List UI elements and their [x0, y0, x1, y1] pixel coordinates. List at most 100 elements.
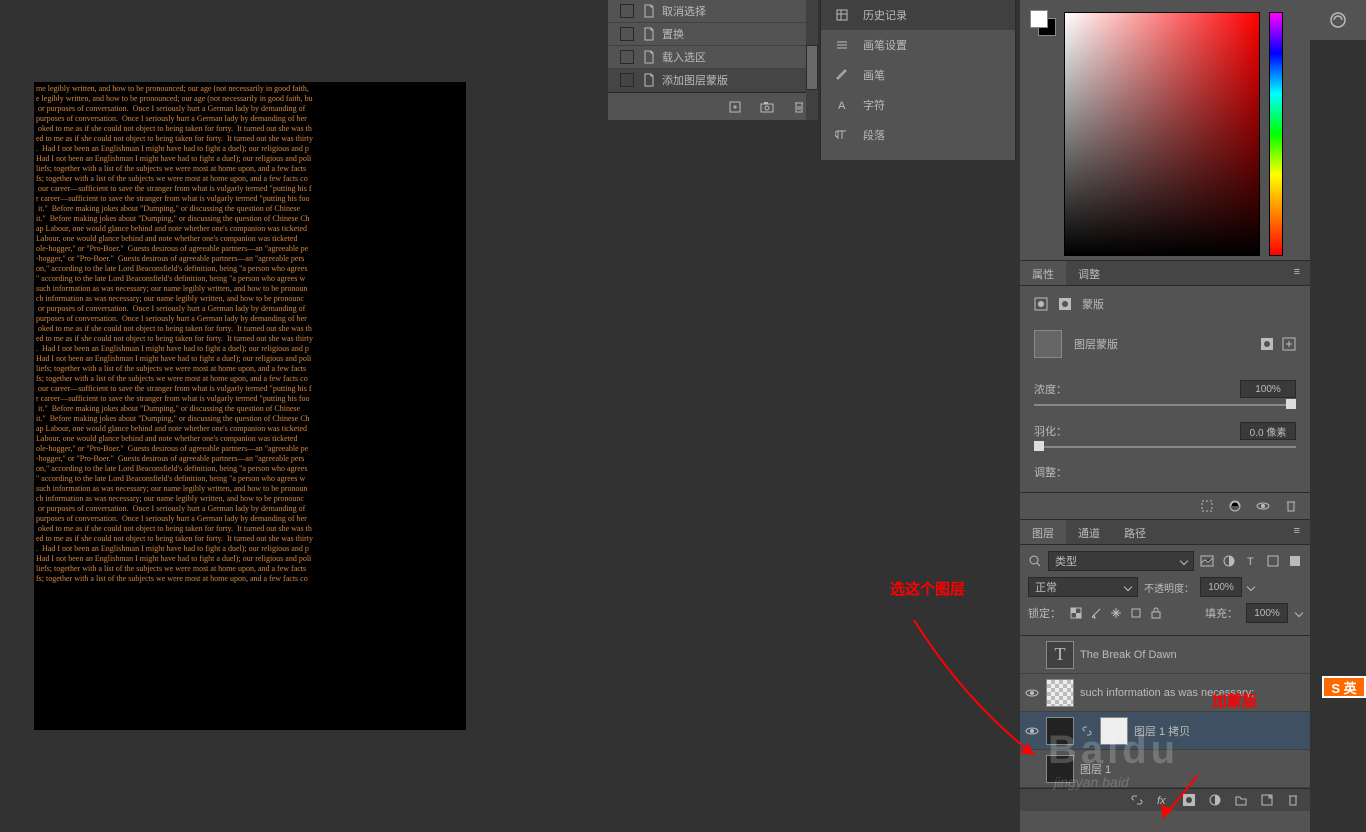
lock-row: 锁定： 填充：: [1028, 603, 1302, 623]
search-icon[interactable]: [1028, 554, 1042, 568]
history-item-selected[interactable]: 添加图层蒙版: [608, 69, 818, 92]
slider-knob[interactable]: [1034, 441, 1044, 451]
layer-name[interactable]: The Break Of Dawn: [1080, 649, 1177, 661]
layers-tabs: 图层 通道 路径 ≡: [1020, 519, 1310, 545]
scrollbar[interactable]: [806, 0, 818, 120]
select-pixel-mask-icon[interactable]: [1260, 337, 1274, 351]
history-label: 置换: [662, 26, 684, 42]
mask-type-row: 蒙版: [1034, 296, 1296, 312]
lock-artboard-icon[interactable]: [1129, 606, 1143, 620]
watermark-url: jingyan.baid: [1054, 774, 1129, 790]
tab-adjustments[interactable]: 调整: [1066, 261, 1112, 285]
adjustment-layer-icon[interactable]: [1208, 793, 1222, 807]
checkbox-icon[interactable]: [620, 27, 634, 41]
watermark: Baidu: [1048, 728, 1179, 773]
density-input[interactable]: [1240, 380, 1296, 398]
annotation-add-mask: 加蒙版: [1212, 690, 1257, 711]
svg-text:T: T: [1247, 556, 1254, 568]
density-slider[interactable]: [1034, 404, 1296, 406]
chevron-down-icon: [1124, 583, 1132, 591]
svg-text:A: A: [838, 100, 846, 112]
add-vector-mask-icon[interactable]: [1282, 337, 1296, 351]
refine-row: 调整：: [1034, 464, 1296, 480]
apply-mask-icon[interactable]: [1228, 499, 1242, 513]
canvas-area[interactable]: me legibly written, and how to be pronou…: [0, 0, 608, 832]
lock-transparent-icon[interactable]: [1069, 606, 1083, 620]
strip-paragraph[interactable]: 段落: [821, 120, 1015, 150]
tab-properties[interactable]: 属性: [1020, 261, 1066, 285]
layer-item[interactable]: T The Break Of Dawn: [1020, 636, 1310, 674]
blend-row: 正常 不透明度：: [1028, 577, 1302, 597]
mask-type-label: 图层蒙版: [1074, 336, 1118, 352]
mask-thumbnail[interactable]: [1034, 330, 1062, 358]
feather-input[interactable]: [1240, 422, 1296, 440]
group-icon[interactable]: [1234, 793, 1248, 807]
blend-mode-select[interactable]: 正常: [1028, 577, 1138, 597]
right-panels: 属性 调整 ≡ 蒙版 图层蒙版 浓度： 羽化： 调整：: [1020, 0, 1310, 832]
create-document-icon[interactable]: [728, 100, 742, 114]
refine-label: 调整：: [1034, 464, 1067, 480]
load-selection-icon[interactable]: [1200, 499, 1214, 513]
mask-label: 蒙版: [1082, 296, 1104, 312]
layer-item[interactable]: such information as was necessary;: [1020, 674, 1310, 712]
tab-layers[interactable]: 图层: [1020, 520, 1066, 544]
hue-slider[interactable]: [1269, 12, 1283, 256]
filter-smart-icon[interactable]: [1288, 554, 1302, 568]
strip-label: 画笔: [863, 67, 885, 83]
history-item[interactable]: 置换: [608, 23, 818, 46]
filter-kind-select[interactable]: 类型: [1048, 551, 1194, 571]
camera-icon[interactable]: [760, 100, 774, 114]
chevron-down-icon: [1180, 557, 1188, 565]
opacity-input[interactable]: [1200, 577, 1242, 597]
checkbox-icon[interactable]: [620, 50, 634, 64]
vector-mask-icon[interactable]: [1058, 297, 1072, 311]
fill-input[interactable]: [1246, 603, 1288, 623]
filter-image-icon[interactable]: [1200, 554, 1214, 568]
history-label: 添加图层蒙版: [662, 72, 728, 88]
toggle-mask-icon[interactable]: [1256, 499, 1270, 513]
lock-pixels-icon[interactable]: [1089, 606, 1103, 620]
trash-icon[interactable]: [792, 100, 806, 114]
lock-all-icon[interactable]: [1149, 606, 1163, 620]
slider-knob[interactable]: [1286, 399, 1296, 409]
feather-slider[interactable]: [1034, 446, 1296, 448]
fg-color[interactable]: [1030, 10, 1048, 28]
strip-label: 段落: [863, 127, 885, 143]
strip-history[interactable]: 历史记录: [821, 0, 1015, 30]
pixel-mask-icon[interactable]: [1034, 297, 1048, 311]
filter-shape-icon[interactable]: [1266, 554, 1280, 568]
arrow-annotation: [904, 610, 1054, 770]
filter-adjust-icon[interactable]: [1222, 554, 1236, 568]
lock-position-icon[interactable]: [1109, 606, 1123, 620]
chevron-down-icon[interactable]: [1295, 609, 1303, 617]
ime-indicator[interactable]: S 英: [1322, 676, 1366, 698]
chevron-down-icon[interactable]: [1247, 583, 1255, 591]
color-field[interactable]: [1064, 12, 1260, 256]
new-layer-icon[interactable]: [1260, 793, 1274, 807]
paragraph-icon: [835, 128, 849, 142]
panel-menu-icon[interactable]: ≡: [1284, 520, 1310, 544]
strip-brush[interactable]: 画笔: [821, 60, 1015, 90]
properties-body: 蒙版 图层蒙版 浓度： 羽化： 调整：: [1020, 286, 1310, 492]
panel-menu-icon[interactable]: ≡: [1284, 261, 1310, 285]
history-label: 取消选择: [662, 3, 706, 19]
strip-character[interactable]: A 字符: [821, 90, 1015, 120]
props-footer: [1020, 492, 1310, 519]
history-item[interactable]: 取消选择: [608, 0, 818, 23]
color-swatch[interactable]: [1030, 10, 1056, 36]
arrow-annotation: [1148, 770, 1208, 830]
tab-paths[interactable]: 路径: [1112, 520, 1158, 544]
strip-brush-settings[interactable]: 画笔设置: [821, 30, 1015, 60]
tab-channels[interactable]: 通道: [1066, 520, 1112, 544]
scrollbar-thumb[interactable]: [806, 45, 818, 90]
checkbox-icon[interactable]: [620, 4, 634, 18]
panel-strip: 历史记录 画笔设置 画笔 A 字符 段落: [820, 0, 1016, 160]
link-layers-icon[interactable]: [1130, 793, 1144, 807]
checkbox-icon[interactable]: [620, 73, 634, 87]
document[interactable]: me legibly written, and how to be pronou…: [34, 82, 466, 730]
trash-icon[interactable]: [1284, 499, 1298, 513]
filter-text-icon[interactable]: T: [1244, 554, 1258, 568]
cc-libraries-icon[interactable]: [1310, 0, 1366, 40]
history-item[interactable]: 载入选区: [608, 46, 818, 69]
trash-icon[interactable]: [1286, 793, 1300, 807]
